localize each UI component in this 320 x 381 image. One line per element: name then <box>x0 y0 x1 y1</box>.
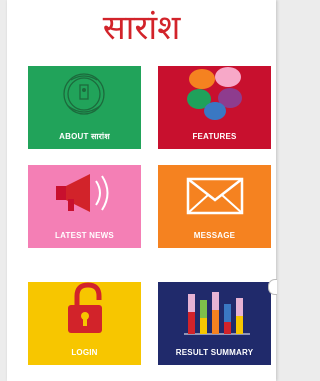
latest-news-tile[interactable]: LATEST NEWS <box>28 165 141 248</box>
features-label: FEATURES <box>192 132 237 141</box>
side-drawer-handle[interactable] <box>268 279 277 295</box>
petals-icon <box>158 66 271 125</box>
features-tile[interactable]: FEATURES <box>158 66 271 149</box>
envelope-icon <box>158 165 271 224</box>
padlock-icon <box>28 282 141 341</box>
about-label: ABOUT सारांश <box>59 132 110 141</box>
megaphone-icon <box>28 165 141 224</box>
latest-news-label: LATEST NEWS <box>55 231 114 240</box>
bar-chart-icon <box>158 282 271 341</box>
app-title: सारांश <box>102 8 181 48</box>
result-summary-label: RESULT SUMMARY <box>175 348 254 357</box>
about-tile[interactable]: ABOUT सारांश <box>28 66 141 149</box>
emblem-icon <box>28 66 141 125</box>
app-panel: सारांश ABOUT सारांश FEATURES LATEST NEWS… <box>7 0 277 381</box>
login-label: LOGIN <box>71 348 98 357</box>
login-tile[interactable]: LOGIN <box>28 282 141 365</box>
message-tile[interactable]: MESSAGE <box>158 165 271 248</box>
message-label: MESSAGE <box>193 231 236 240</box>
result-summary-tile[interactable]: RESULT SUMMARY <box>158 282 271 365</box>
